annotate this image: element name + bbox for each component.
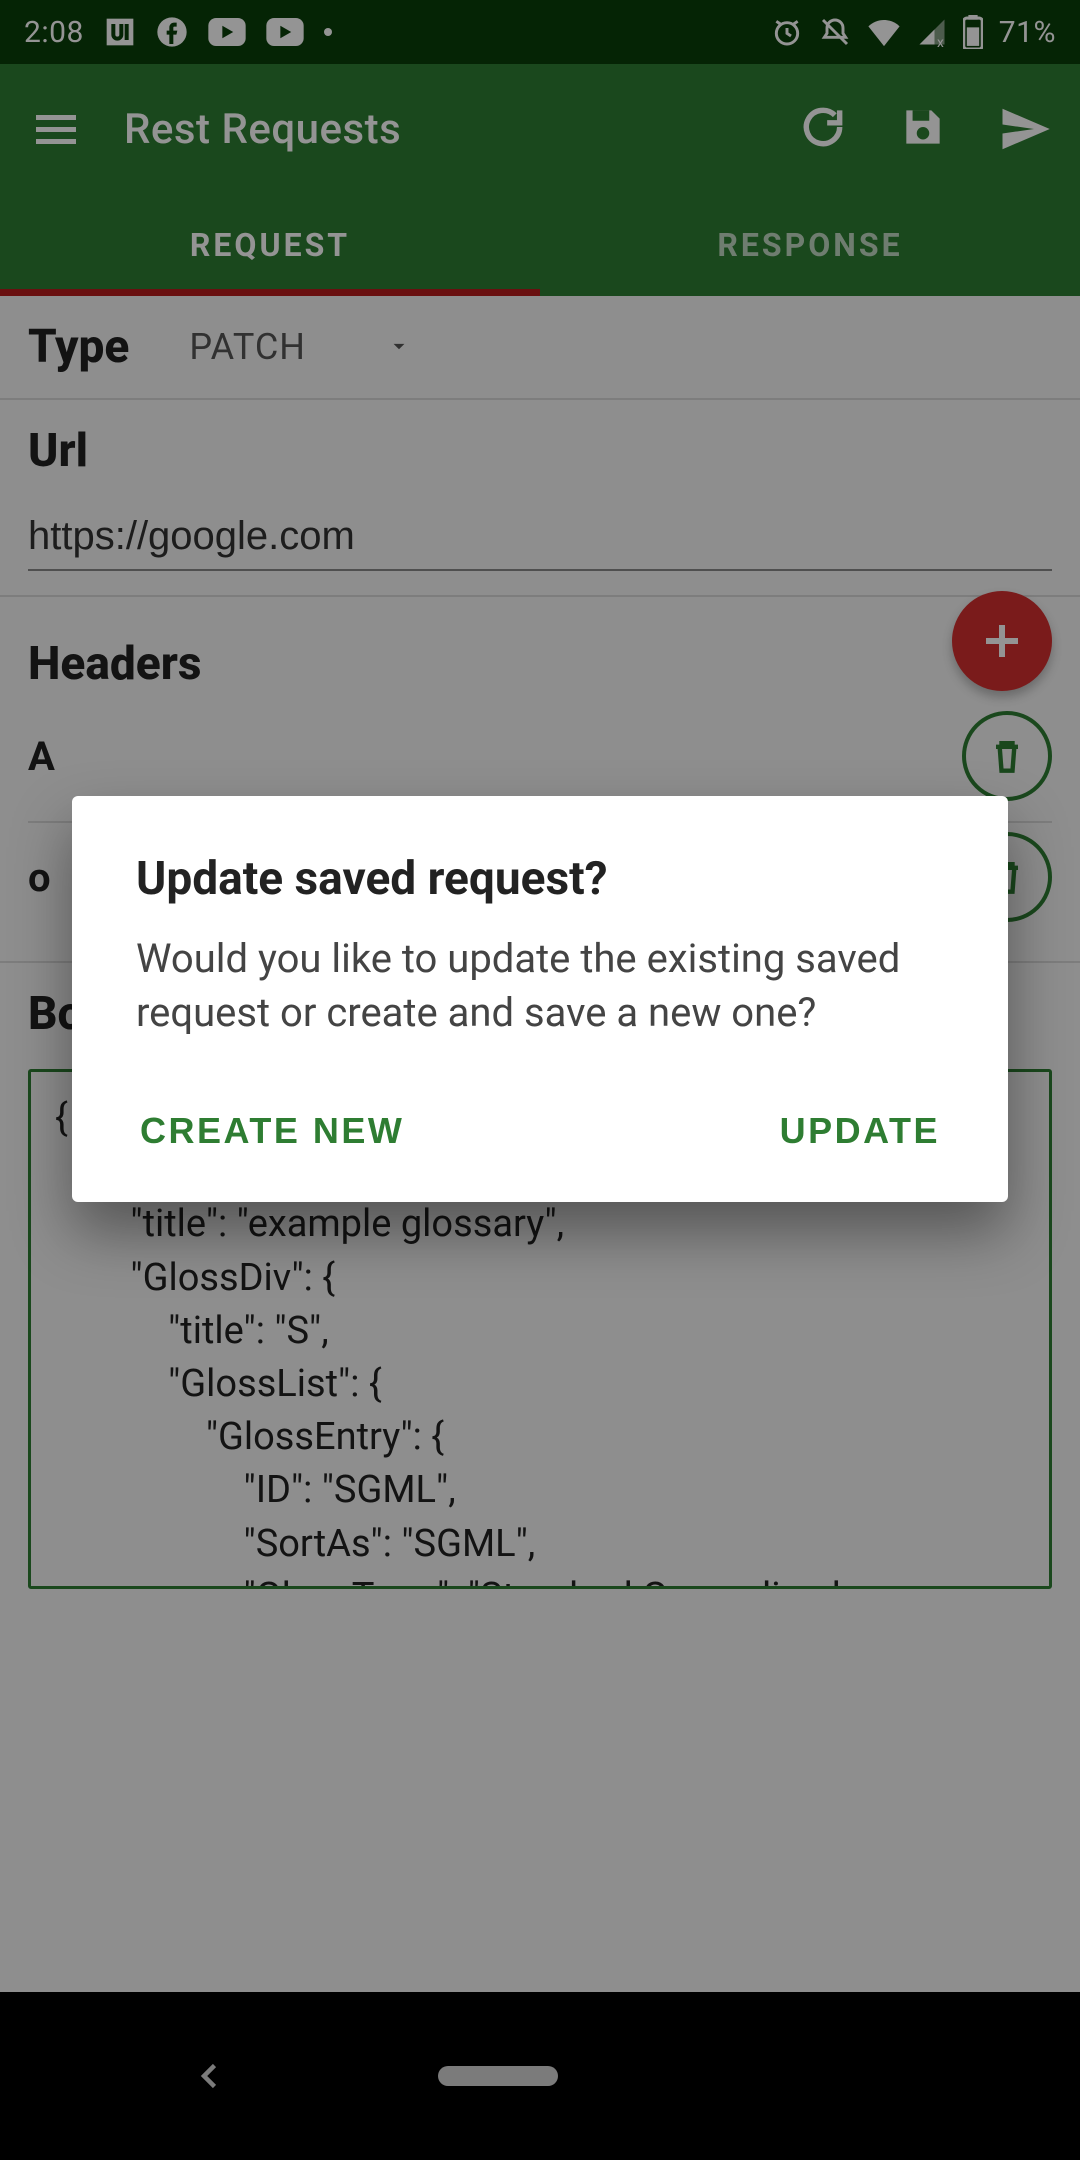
update-saved-request-dialog: Update saved request? Would you like to …: [72, 796, 1008, 1202]
dialog-message: Would you like to update the existing sa…: [136, 932, 944, 1040]
update-button[interactable]: UPDATE: [776, 1096, 944, 1166]
create-new-button[interactable]: CREATE NEW: [136, 1096, 408, 1166]
dialog-title: Update saved request?: [136, 852, 944, 906]
dialog-actions: CREATE NEW UPDATE: [136, 1096, 944, 1166]
